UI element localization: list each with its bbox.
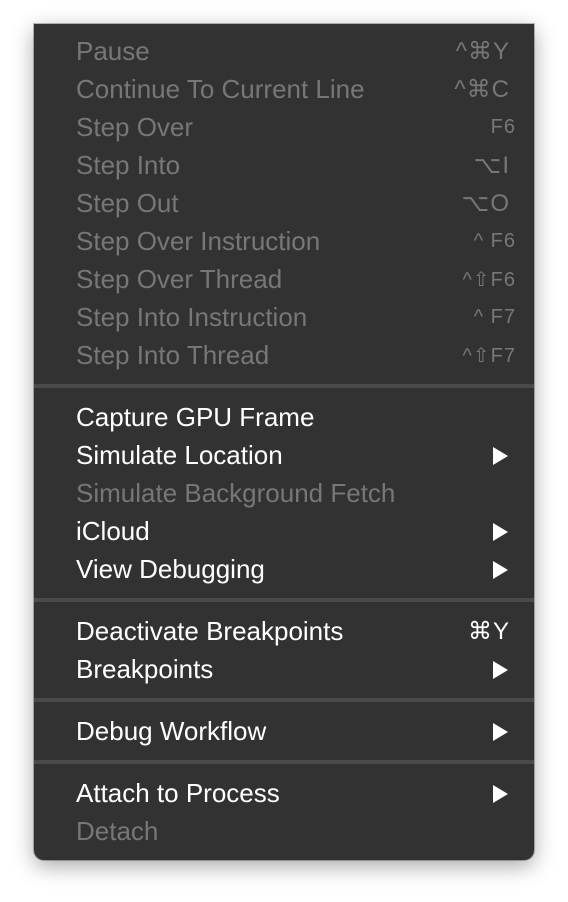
menu-item-label: Detach [76, 815, 159, 846]
menu-item-label: Deactivate Breakpoints [76, 615, 344, 646]
menu-item-label: iCloud [76, 515, 150, 546]
menu-item-pause[interactable]: Pause ^⌘Y [34, 32, 534, 70]
menu-item-label: View Debugging [76, 553, 265, 584]
menu-separator [34, 598, 534, 602]
menu-item-simulate-background-fetch[interactable]: Simulate Background Fetch [34, 474, 534, 512]
shortcut-label: F6 [490, 115, 516, 138]
shortcut-label: ⌘Y [467, 617, 510, 645]
submenu-arrow-icon [493, 561, 508, 579]
menu-item-debug-workflow[interactable]: Debug Workflow [34, 712, 534, 750]
menu-item-icloud[interactable]: iCloud [34, 512, 534, 550]
menu-item-label: Pause [76, 35, 150, 66]
menu-item-step-out[interactable]: Step Out ⌥O [34, 184, 534, 222]
menu-item-simulate-location[interactable]: Simulate Location [34, 436, 534, 474]
shortcut-label: ^ F7 [473, 305, 516, 328]
menu-item-label: Step Over Instruction [76, 225, 321, 256]
menu-item-label: Step Into Instruction [76, 301, 308, 332]
submenu-arrow-icon [493, 523, 508, 541]
menu-item-label: Capture GPU Frame [76, 401, 315, 432]
menu-item-step-over[interactable]: Step Over F6 [34, 108, 534, 146]
shortcut-label: ⌥O [461, 189, 510, 217]
menu-item-view-debugging[interactable]: View Debugging [34, 550, 534, 588]
submenu-arrow-icon [493, 785, 508, 803]
shortcut-label: ^⇧F6 [462, 268, 516, 291]
submenu-arrow-icon [493, 447, 508, 465]
submenu-arrow-icon [493, 723, 508, 741]
menu-item-label: Step Into [76, 149, 181, 180]
menu-item-label: Attach to Process [76, 777, 280, 808]
menu-separator [34, 384, 534, 388]
menu-item-deactivate-breakpoints[interactable]: Deactivate Breakpoints ⌘Y [34, 612, 534, 650]
menu-item-label: Debug Workflow [76, 715, 267, 746]
submenu-arrow-icon [493, 661, 508, 679]
debug-menu: Pause ^⌘Y Continue To Current Line ^⌘C S… [34, 24, 534, 860]
shortcut-label: ^⌘C [454, 75, 510, 103]
menu-item-breakpoints[interactable]: Breakpoints [34, 650, 534, 688]
menu-item-step-into-instruction[interactable]: Step Into Instruction ^ F7 [34, 298, 534, 336]
menu-item-step-into-thread[interactable]: Step Into Thread ^⇧F7 [34, 336, 534, 374]
menu-separator [34, 698, 534, 702]
menu-item-step-into[interactable]: Step Into ⌥I [34, 146, 534, 184]
menu-item-step-over-thread[interactable]: Step Over Thread ^⇧F6 [34, 260, 534, 298]
menu-item-capture-gpu-frame[interactable]: Capture GPU Frame [34, 398, 534, 436]
menu-item-label: Step Into Thread [76, 339, 270, 370]
shortcut-label: ⌥I [473, 151, 510, 179]
menu-item-label: Step Out [76, 187, 179, 218]
menu-item-continue-to-current-line[interactable]: Continue To Current Line ^⌘C [34, 70, 534, 108]
menu-item-label: Simulate Location [76, 439, 283, 470]
shortcut-label: ^⌘Y [455, 37, 510, 65]
menu-item-label: Continue To Current Line [76, 73, 365, 104]
shortcut-label: ^⇧F7 [462, 344, 516, 367]
menu-item-label: Step Over [76, 111, 194, 142]
menu-separator [34, 760, 534, 764]
menu-item-step-over-instruction[interactable]: Step Over Instruction ^ F6 [34, 222, 534, 260]
menu-item-label: Breakpoints [76, 653, 214, 684]
menu-item-label: Simulate Background Fetch [76, 477, 396, 508]
menu-item-detach[interactable]: Detach [34, 812, 534, 850]
menu-item-label: Step Over Thread [76, 263, 283, 294]
menu-item-attach-to-process[interactable]: Attach to Process [34, 774, 534, 812]
shortcut-label: ^ F6 [473, 229, 516, 252]
